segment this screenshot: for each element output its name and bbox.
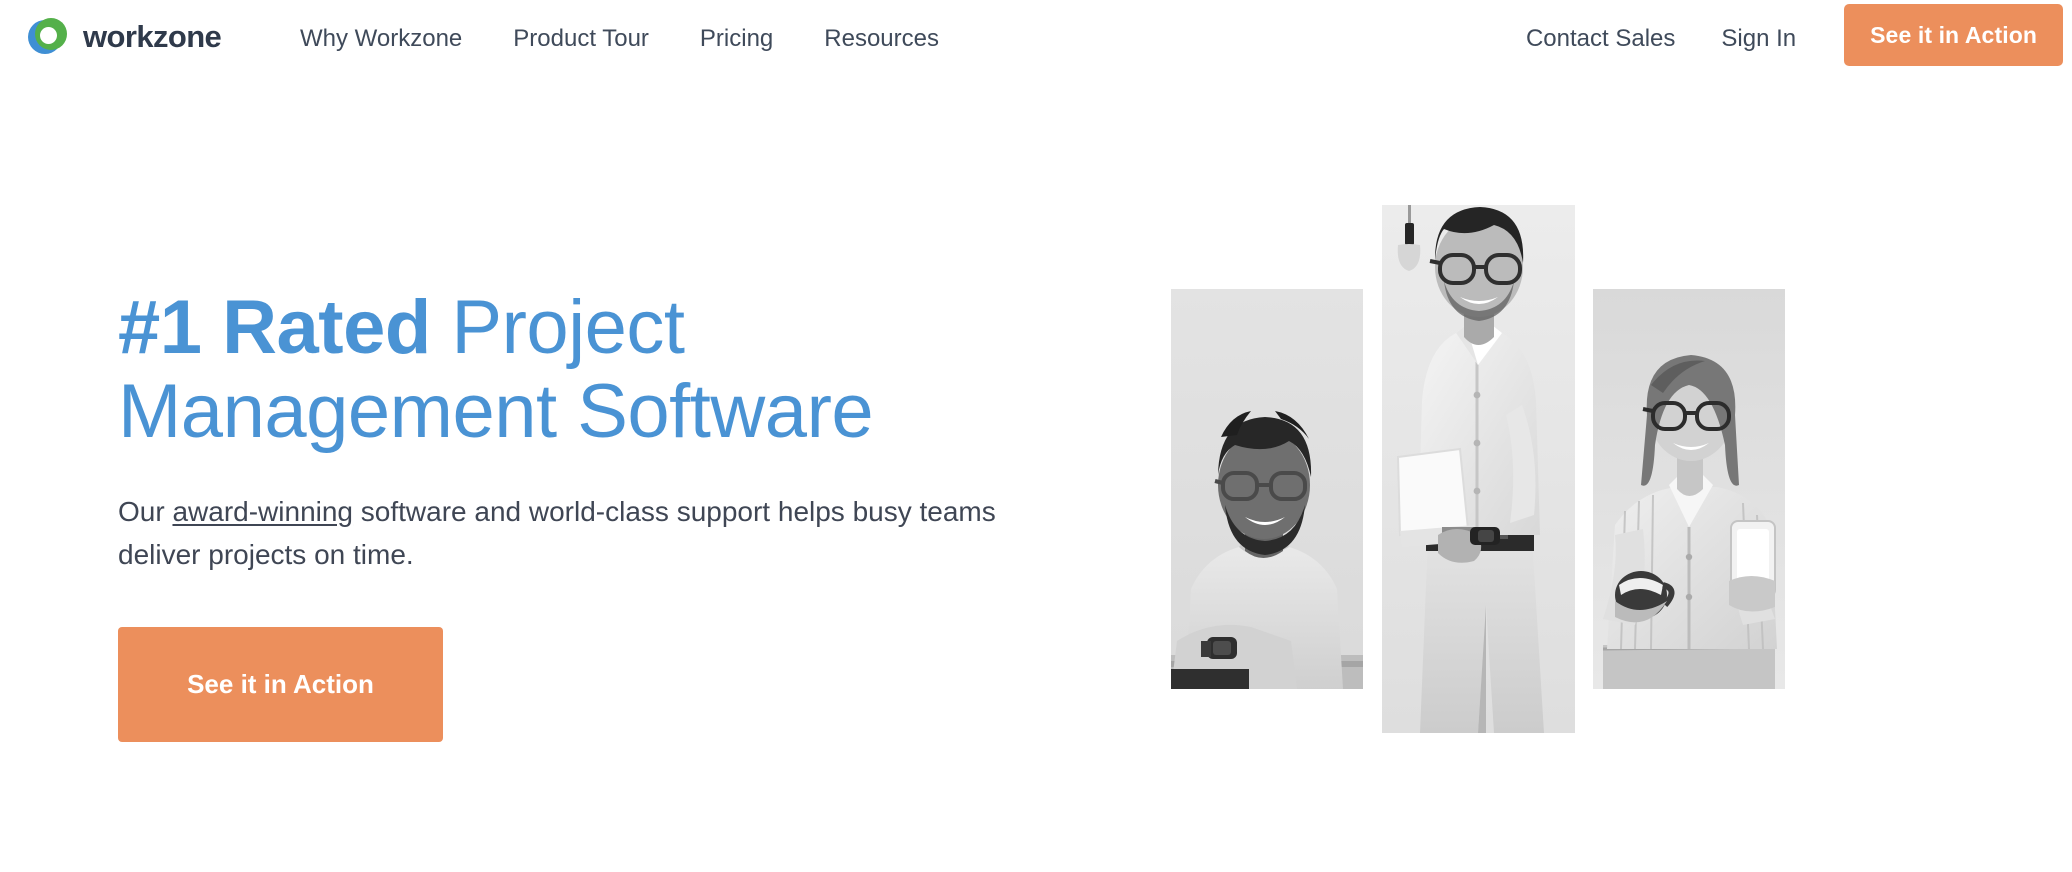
award-winning-link[interactable]: award-winning	[172, 496, 353, 527]
brand-name: workzone	[83, 18, 222, 54]
nav-item-pricing[interactable]: Pricing	[700, 24, 773, 54]
primary-navigation: Why Workzone Product Tour Pricing Resour…	[300, 24, 939, 54]
hero-heading: #1 Rated Project Management Software	[118, 286, 1058, 454]
hero-heading-accent: #1 Rated	[118, 285, 431, 370]
hero-see-it-in-action-button[interactable]: See it in Action	[118, 627, 443, 742]
hero-sub-before: Our	[118, 496, 173, 527]
nav-item-sign-in[interactable]: Sign In	[1721, 24, 1796, 54]
hero-photo-collage	[1171, 205, 1785, 872]
header-see-it-in-action-button[interactable]: See it in Action	[1844, 4, 2063, 66]
collage-photo-left	[1171, 289, 1363, 689]
nav-item-resources[interactable]: Resources	[824, 24, 939, 54]
site-header: workzone Why Workzone Product Tour Prici…	[0, 0, 2072, 84]
hero-section: #1 Rated Project Management Software Our…	[0, 84, 2072, 872]
collage-photo-center	[1382, 205, 1575, 733]
secondary-navigation: Contact Sales Sign In See it in Action	[1526, 0, 2072, 84]
brand-logo-link[interactable]: workzone	[26, 14, 222, 58]
nav-item-why-workzone[interactable]: Why Workzone	[300, 24, 462, 54]
collage-photo-right	[1593, 289, 1785, 689]
page-root: workzone Why Workzone Product Tour Prici…	[0, 0, 2072, 872]
hero-copy: #1 Rated Project Management Software Our…	[118, 286, 1058, 742]
nav-item-product-tour[interactable]: Product Tour	[513, 24, 649, 54]
workzone-logo-icon	[26, 14, 70, 58]
nav-item-contact-sales[interactable]: Contact Sales	[1526, 24, 1675, 54]
hero-subheading: Our award-winning software and world-cla…	[118, 490, 998, 576]
